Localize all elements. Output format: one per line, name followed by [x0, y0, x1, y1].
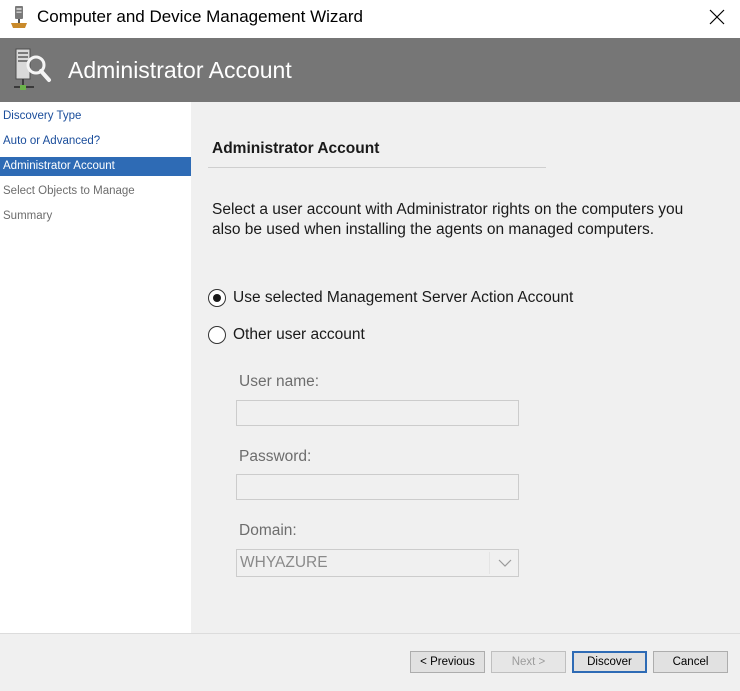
wizard-computer-icon: [11, 6, 27, 28]
title-bar: Computer and Device Management Wizard: [0, 0, 740, 38]
domain-label: Domain:: [239, 522, 297, 539]
username-input[interactable]: [236, 400, 519, 426]
section-divider: [208, 167, 546, 168]
domain-select[interactable]: WHYAZURE: [236, 549, 519, 577]
wizard-header: Administrator Account: [0, 38, 740, 102]
username-label: User name:: [239, 373, 320, 390]
description-line-1: Select a user account with Administrator…: [212, 201, 684, 218]
option-action-account[interactable]: Use selected Management Server Action Ac…: [208, 287, 573, 309]
nav-item-select-objects: Select Objects to Manage: [3, 185, 135, 197]
description-text: Select a user account with Administrator…: [212, 200, 740, 240]
password-input[interactable]: [236, 474, 519, 500]
option-action-account-label[interactable]: Use selected Management Server Action Ac…: [233, 289, 573, 307]
next-button: Next >: [491, 651, 566, 673]
cancel-button[interactable]: Cancel: [653, 651, 728, 673]
nav-item-auto-or-advanced[interactable]: Auto or Advanced?: [0, 132, 191, 151]
option-other-account[interactable]: Other user account: [208, 324, 365, 346]
wizard-content: Administrator Account Select a user acco…: [191, 102, 740, 633]
radio-action-account[interactable]: [208, 289, 226, 307]
chevron-down-icon[interactable]: [498, 557, 512, 569]
close-button[interactable]: [694, 0, 740, 34]
previous-button[interactable]: < Previous: [410, 651, 485, 673]
window-title: Computer and Device Management Wizard: [37, 7, 363, 26]
domain-value: WHYAZURE: [240, 554, 328, 571]
password-label: Password:: [239, 448, 312, 465]
wizard-footer: < Previous Next > Discover Cancel: [0, 633, 740, 691]
nav-item-summary: Summary: [3, 210, 53, 222]
wizard-steps-nav: Discovery Type Auto or Advanced? Adminis…: [0, 102, 191, 633]
server-search-icon: [14, 48, 51, 90]
description-line-2: also be used when installing the agents …: [212, 221, 655, 238]
select-separator: [489, 552, 490, 574]
nav-item-administrator-account[interactable]: Administrator Account: [0, 157, 191, 176]
option-other-account-label[interactable]: Other user account: [233, 326, 365, 344]
discover-button[interactable]: Discover: [572, 651, 647, 673]
nav-item-discovery-type[interactable]: Discovery Type: [0, 107, 191, 126]
radio-other-account[interactable]: [208, 326, 226, 344]
page-title: Administrator Account: [68, 57, 292, 83]
section-title: Administrator Account: [212, 140, 380, 157]
close-icon: [709, 9, 725, 25]
